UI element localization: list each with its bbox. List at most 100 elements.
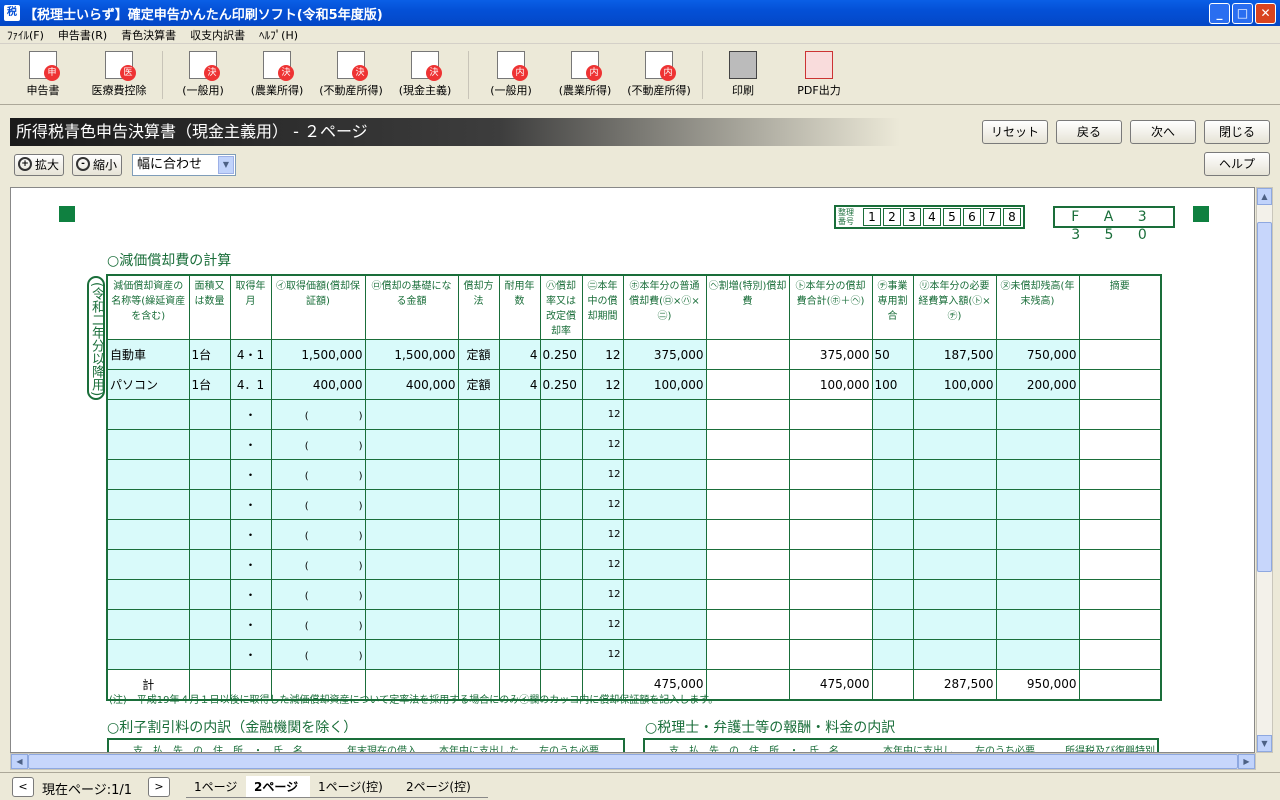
cell-total[interactable] <box>788 459 873 490</box>
cell-qty[interactable] <box>188 609 231 640</box>
scroll-up-icon[interactable]: ▲ <box>1257 188 1272 205</box>
cell-special[interactable] <box>705 459 790 490</box>
cell-remain[interactable] <box>995 519 1080 550</box>
cell-base[interactable] <box>364 489 459 520</box>
cell-ratio[interactable] <box>871 459 914 490</box>
cell-qty[interactable] <box>188 399 231 430</box>
cell-rate[interactable] <box>539 579 583 610</box>
cell-normal[interactable] <box>622 549 707 580</box>
next-button[interactable]: 次へ <box>1130 120 1196 144</box>
cell-method[interactable]: 定額 <box>457 339 500 370</box>
cell-ratio[interactable] <box>871 639 914 670</box>
cell-period[interactable]: 12 <box>581 489 624 520</box>
tab-page2[interactable]: 2ページ <box>246 776 310 798</box>
cell-total[interactable] <box>788 609 873 640</box>
cell-name[interactable] <box>106 549 190 580</box>
cell-total[interactable]: 375,000 <box>788 339 873 370</box>
cell-date[interactable]: 4．1 <box>229 369 272 400</box>
cell-period[interactable]: 12 <box>581 459 624 490</box>
horizontal-scrollbar[interactable]: ◀ ▶ <box>10 753 1256 770</box>
close-form-button[interactable]: 閉じる <box>1204 120 1270 144</box>
cell-expense[interactable] <box>912 429 997 460</box>
cell-cost[interactable]: ( ) <box>270 399 366 430</box>
cell-remain[interactable] <box>995 429 1080 460</box>
cell-special[interactable] <box>705 429 790 460</box>
tab-page1[interactable]: 1ページ <box>186 776 246 798</box>
cell-rate[interactable]: 0.250 <box>539 339 583 370</box>
cell-special[interactable] <box>705 609 790 640</box>
cell-qty[interactable] <box>188 489 231 520</box>
cell-date[interactable]: ・ <box>229 579 272 610</box>
cell-ratio[interactable]: 100 <box>871 369 914 400</box>
cell-qty[interactable] <box>188 579 231 610</box>
tb-iryohi-button[interactable]: 医医療費控除 <box>84 51 154 98</box>
tb-kessan-nogyo-button[interactable]: 決 (農業所得) <box>242 51 312 98</box>
tb-kessan-genkin-button[interactable]: 決 (現金主義) <box>390 51 460 98</box>
cell-life[interactable] <box>498 609 541 640</box>
cell-period[interactable]: 12 <box>581 399 624 430</box>
cell-cost[interactable]: ( ) <box>270 639 366 670</box>
cell-normal[interactable] <box>622 609 707 640</box>
cell-expense[interactable] <box>912 399 997 430</box>
cell-rate[interactable]: 0.250 <box>539 369 583 400</box>
minimize-button[interactable]: _ <box>1209 3 1230 24</box>
cell-cost[interactable]: ( ) <box>270 429 366 460</box>
tb-pdf-button[interactable]: PDF出力 <box>784 51 854 98</box>
cell-normal[interactable] <box>622 459 707 490</box>
cell-cost[interactable]: ( ) <box>270 579 366 610</box>
cell-life[interactable] <box>498 519 541 550</box>
cell-qty[interactable] <box>188 549 231 580</box>
cell-special[interactable] <box>705 339 790 370</box>
menu-shinkokusho[interactable]: 申告書(R) <box>51 27 114 43</box>
back-button[interactable]: 戻る <box>1056 120 1122 144</box>
cell-name[interactable] <box>106 519 190 550</box>
cell-period[interactable]: 12 <box>581 579 624 610</box>
cell-qty[interactable]: 1台 <box>188 339 231 370</box>
cell-ratio[interactable] <box>871 489 914 520</box>
cell-base[interactable]: 400,000 <box>364 369 459 400</box>
cell-qty[interactable] <box>188 429 231 460</box>
cell-period[interactable]: 12 <box>581 339 624 370</box>
cell-note[interactable] <box>1078 339 1162 370</box>
cell-method[interactable] <box>457 609 500 640</box>
tb-kessan-fudosan-button[interactable]: 決 (不動産所得) <box>316 51 386 98</box>
cell-base[interactable] <box>364 519 459 550</box>
cell-life[interactable] <box>498 429 541 460</box>
cell-special[interactable] <box>705 519 790 550</box>
cell-base[interactable] <box>364 459 459 490</box>
tb-uchiwake-ippan-button[interactable]: 内 (一般用) <box>476 51 546 98</box>
tb-shinkokusho-button[interactable]: 申申告書 <box>8 51 78 98</box>
cell-base[interactable] <box>364 639 459 670</box>
cell-qty[interactable]: 1台 <box>188 369 231 400</box>
cell-ratio[interactable] <box>871 519 914 550</box>
cell-note[interactable] <box>1078 369 1162 400</box>
cell-remain[interactable] <box>995 609 1080 640</box>
cell-life[interactable] <box>498 579 541 610</box>
cell-life[interactable] <box>498 639 541 670</box>
cell-expense[interactable]: 100,000 <box>912 369 997 400</box>
cell-date[interactable]: ・ <box>229 639 272 670</box>
cell-cost[interactable]: ( ) <box>270 489 366 520</box>
cell-note[interactable] <box>1078 639 1162 670</box>
cell-method[interactable] <box>457 579 500 610</box>
cell-note[interactable] <box>1078 429 1162 460</box>
close-window-button[interactable]: ✕ <box>1255 3 1276 24</box>
cell-life[interactable] <box>498 459 541 490</box>
cell-method[interactable] <box>457 519 500 550</box>
cell-note[interactable] <box>1078 399 1162 430</box>
cell-special[interactable] <box>705 549 790 580</box>
cell-method[interactable] <box>457 459 500 490</box>
cell-normal[interactable] <box>622 489 707 520</box>
zoom-select[interactable]: 幅に合わせ ▼ <box>132 154 236 176</box>
cell-ratio[interactable] <box>871 549 914 580</box>
cell-life[interactable]: 4 <box>498 339 541 370</box>
cell-cost[interactable]: ( ) <box>270 549 366 580</box>
cell-name[interactable] <box>106 579 190 610</box>
cell-remain[interactable]: 200,000 <box>995 369 1080 400</box>
zoom-in-button[interactable]: + 拡大 <box>14 154 65 176</box>
menu-file[interactable]: ﾌｧｲﾙ(F) <box>0 27 51 43</box>
cell-base[interactable] <box>364 579 459 610</box>
cell-expense[interactable] <box>912 579 997 610</box>
cell-ratio[interactable] <box>871 429 914 460</box>
scroll-right-icon[interactable]: ▶ <box>1238 754 1255 769</box>
